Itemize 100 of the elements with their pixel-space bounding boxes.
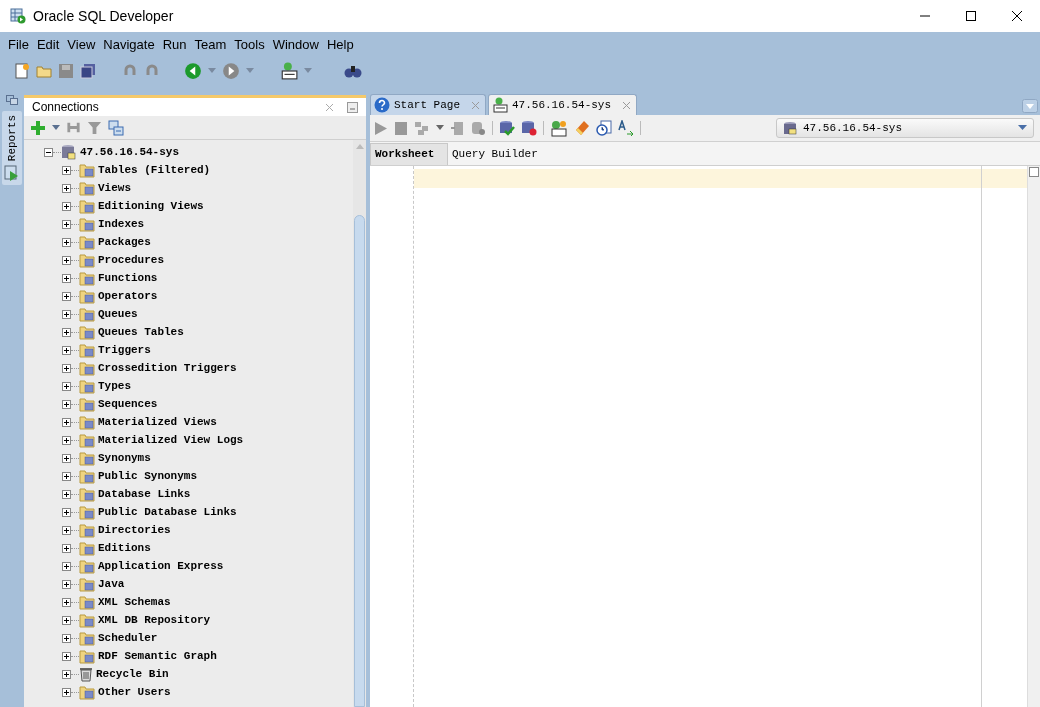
commit-icon[interactable]: [499, 120, 515, 136]
expand-toggle[interactable]: [62, 525, 71, 535]
expand-toggle[interactable]: [62, 255, 71, 265]
expand-toggle[interactable]: [62, 651, 71, 661]
tree-item[interactable]: Operators: [98, 287, 158, 305]
expand-toggle[interactable]: [62, 327, 71, 337]
expand-toggle[interactable]: [62, 615, 71, 625]
menu-item[interactable]: Team: [190, 34, 231, 55]
menu-item[interactable]: Run: [158, 34, 191, 55]
expand-toggle[interactable]: [62, 381, 71, 391]
expand-toggle[interactable]: [62, 687, 71, 697]
tree-item[interactable]: Triggers: [98, 341, 151, 359]
minimize-icon[interactable]: [347, 101, 358, 113]
tree-item[interactable]: Public Synonyms: [98, 467, 198, 485]
expand-toggle[interactable]: [62, 291, 71, 301]
forward-icon[interactable]: [222, 62, 240, 80]
tree-item[interactable]: RDF Semantic Graph: [98, 647, 217, 665]
save-all-icon[interactable]: [80, 63, 96, 79]
collapse-toggle[interactable]: [44, 147, 53, 157]
sql-worksheet-icon[interactable]: [280, 62, 298, 80]
expand-toggle[interactable]: [62, 237, 71, 247]
scrollbar-thumb[interactable]: [354, 215, 365, 707]
tree-item[interactable]: Procedures: [98, 251, 164, 269]
history-icon[interactable]: [596, 120, 612, 136]
expand-toggle[interactable]: [62, 597, 71, 607]
tree-item[interactable]: Sequences: [98, 395, 158, 413]
expand-toggle[interactable]: [62, 399, 71, 409]
editor-tab[interactable]: 47.56.16.54-sys: [488, 94, 638, 115]
new-file-icon[interactable]: [14, 63, 30, 79]
expand-toggle[interactable]: [62, 669, 71, 679]
tree-item[interactable]: Editioning Views: [98, 197, 204, 215]
expand-toggle[interactable]: [62, 633, 71, 643]
expand-toggle[interactable]: [62, 471, 71, 481]
tree-item[interactable]: Application Express: [98, 557, 224, 575]
menu-item[interactable]: Window: [268, 34, 323, 55]
worksheet-tab[interactable]: Worksheet: [370, 143, 448, 165]
caret-icon[interactable]: [436, 125, 444, 131]
expand-toggle[interactable]: [62, 489, 71, 499]
worksheet-tab[interactable]: Query Builder: [448, 143, 542, 165]
tree-item[interactable]: Packages: [98, 233, 151, 251]
tree-item[interactable]: Java: [98, 575, 125, 593]
maximize-icon[interactable]: [966, 11, 976, 21]
eraser-icon[interactable]: [574, 120, 590, 136]
expand-toggle[interactable]: [62, 165, 71, 175]
back-icon[interactable]: [184, 62, 202, 80]
plus-icon: [64, 203, 69, 209]
scrollbar[interactable]: [353, 140, 366, 707]
expand-toggle[interactable]: [62, 507, 71, 517]
menu-item[interactable]: Help: [322, 34, 358, 55]
tree-item[interactable]: Database Links: [98, 485, 191, 503]
tree-item[interactable]: Materialized View Logs: [98, 431, 244, 449]
tree-item[interactable]: Queues: [98, 305, 138, 323]
side-tab[interactable]: Reports: [2, 111, 22, 186]
caret-icon[interactable]: [52, 124, 60, 131]
tree-item[interactable]: Indexes: [98, 215, 145, 233]
restore-icon[interactable]: [6, 95, 18, 105]
tree-item[interactable]: Directories: [98, 521, 171, 539]
expand-toggle[interactable]: [62, 561, 71, 571]
expand-toggle[interactable]: [62, 417, 71, 427]
expand-toggle[interactable]: [62, 363, 71, 373]
expand-toggle[interactable]: [62, 435, 71, 445]
editor-tab[interactable]: Start Page: [370, 94, 486, 115]
expand-toggle[interactable]: [62, 273, 71, 283]
tree-item[interactable]: XML Schemas: [98, 593, 171, 611]
expand-toggle[interactable]: [62, 219, 71, 229]
tree-item[interactable]: Types: [98, 377, 131, 395]
sql-tuning-icon[interactable]: [550, 119, 568, 137]
menu-item[interactable]: File: [4, 34, 33, 55]
menu-item[interactable]: Edit: [32, 34, 64, 55]
menu-item[interactable]: View: [63, 34, 100, 55]
tree-item[interactable]: Materialized Views: [98, 413, 217, 431]
collapse-icon[interactable]: [108, 119, 124, 136]
vertical-scrollbar[interactable]: [1027, 166, 1040, 707]
tree-item[interactable]: Synonyms: [98, 449, 151, 467]
tree-item[interactable]: Public Database Links: [98, 503, 237, 521]
rollback-icon[interactable]: [521, 120, 537, 136]
expand-toggle[interactable]: [62, 309, 71, 319]
tree-item[interactable]: Crossedition Triggers: [98, 359, 237, 377]
expand-toggle[interactable]: [62, 543, 71, 553]
expand-toggle[interactable]: [62, 453, 71, 463]
format-icon[interactable]: [618, 120, 634, 136]
tree-item[interactable]: Tables (Filtered): [98, 161, 211, 179]
tree-item[interactable]: Editions: [98, 539, 151, 557]
tree-item[interactable]: Scheduler: [98, 629, 158, 647]
binoculars-icon[interactable]: [344, 63, 362, 79]
tree-item[interactable]: XML DB Repository: [98, 611, 211, 629]
expand-toggle[interactable]: [62, 345, 71, 355]
tree-item[interactable]: Queues Tables: [98, 323, 184, 341]
tree-item[interactable]: Functions: [98, 269, 158, 287]
close-icon[interactable]: [1012, 11, 1022, 21]
connection-select[interactable]: 47.56.16.54-sys: [776, 118, 1034, 138]
expand-toggle[interactable]: [62, 201, 71, 211]
tree-item[interactable]: Views: [98, 179, 131, 197]
tree-item[interactable]: Other Users: [98, 683, 171, 701]
menu-item[interactable]: Navigate: [99, 34, 159, 55]
menu-item[interactable]: Tools: [230, 34, 269, 55]
tree-item[interactable]: Recycle Bin: [96, 665, 169, 683]
expand-toggle[interactable]: [62, 579, 71, 589]
expand-toggle[interactable]: [62, 183, 71, 193]
tree-item[interactable]: 47.56.16.54-sys: [80, 143, 180, 161]
